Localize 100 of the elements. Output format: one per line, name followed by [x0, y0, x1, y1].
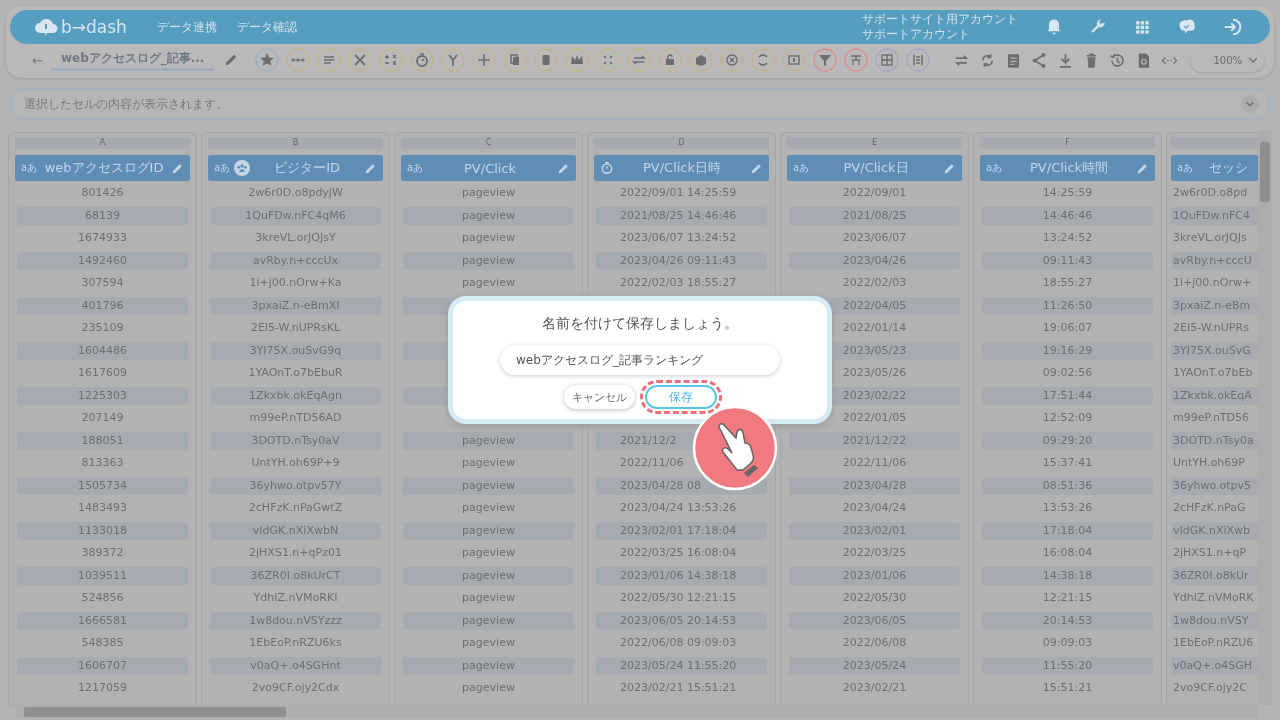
- table-cell: 2023/06/05: [789, 611, 960, 630]
- vertical-scrollbar[interactable]: [1258, 130, 1272, 705]
- column-name: PV/Click日: [842, 159, 910, 177]
- pencil-icon[interactable]: [943, 161, 956, 175]
- sign-in-icon[interactable]: [1222, 16, 1244, 38]
- table-cell-text: pageview: [461, 545, 516, 561]
- sheet-title[interactable]: webアクセスログ_記事...: [50, 49, 215, 71]
- table-cell: 1606707: [17, 656, 188, 675]
- table-cell-text: pageview: [461, 590, 516, 606]
- trash-icon[interactable]: [533, 48, 558, 72]
- table-cell: 2023/02/01: [789, 521, 960, 540]
- account-name: サポートアカウント: [862, 27, 971, 42]
- table-icon[interactable]: [874, 48, 899, 72]
- table-cell: 2023/04/28: [789, 476, 960, 495]
- column-letter[interactable]: C: [401, 137, 576, 149]
- exchange-icon[interactable]: [750, 48, 775, 72]
- filter-icon[interactable]: [812, 48, 837, 72]
- bracket-icon[interactable]: [781, 48, 806, 72]
- column-header[interactable]: aあ セッシ: [1171, 155, 1258, 181]
- column-letter[interactable]: E: [787, 137, 962, 149]
- table-cell-text: 2022/02/03: [841, 275, 908, 291]
- column-letter[interactable]: B: [208, 137, 383, 149]
- columns-icon[interactable]: [905, 48, 930, 72]
- table-cell-text: 2022/02/03 18:55:27: [619, 275, 738, 291]
- table-cell: 1w8dou.nVSY: [1171, 611, 1258, 630]
- column-header[interactable]: aあ PV/Click: [401, 155, 576, 181]
- shrink-icon[interactable]: [595, 48, 620, 72]
- table-cell-text: pageview: [461, 230, 516, 246]
- swap-icon[interactable]: [626, 48, 651, 72]
- table-cell-text: 2022/09/01: [841, 185, 908, 201]
- table-cell-text: 09:02:56: [1041, 365, 1094, 381]
- table-cell-text: 1i+j00.nOrw+: [1172, 275, 1253, 291]
- table-cell: pageview: [403, 476, 574, 495]
- type-label: aあ: [793, 162, 810, 174]
- cross-tools-icon[interactable]: [347, 48, 372, 72]
- column-header[interactable]: aあ ビジターID: [208, 155, 383, 181]
- table-cell-text: UntYH.oh69P+9: [250, 455, 341, 471]
- nav-link[interactable]: データ確認: [236, 18, 297, 36]
- column-header[interactable]: PV/Click日時: [594, 155, 769, 181]
- table-cell-text: 2022/09/01 14:25:59: [619, 185, 738, 201]
- plus-icon[interactable]: [471, 48, 496, 72]
- table-cell-text: 813363: [80, 455, 125, 471]
- table-cell-text: 207149: [80, 410, 125, 426]
- type-label: aあ: [407, 162, 424, 174]
- pencil-icon[interactable]: [364, 161, 377, 175]
- timer-icon[interactable]: [409, 48, 434, 72]
- column-letter[interactable]: F: [980, 137, 1155, 149]
- table-cell: 3pxaiZ.n-eBmXI: [210, 296, 381, 315]
- crown-icon[interactable]: [564, 48, 589, 72]
- table-cell: v0aQ+.o4SGH: [1171, 656, 1258, 675]
- column-header[interactable]: aあ PV/Click時間: [980, 155, 1155, 181]
- table-cell-text: YdhIZ.nVMoRK: [1172, 590, 1255, 606]
- name-input-field[interactable]: webアクセスログ_記事ランキング: [500, 345, 780, 375]
- table-cell-text: 2023/06/07 13:24:52: [619, 230, 738, 246]
- table-cell-text: 1217059: [77, 680, 128, 696]
- table-cell-text: 19:06:07: [1041, 320, 1094, 336]
- box-icon[interactable]: [688, 48, 713, 72]
- column-header[interactable]: aあ PV/Click日: [787, 155, 962, 181]
- chevron-down-icon: [1248, 55, 1258, 65]
- table-cell-text: 548385: [80, 635, 125, 651]
- table-cell-text: 16:08:04: [1041, 545, 1094, 561]
- list-icon[interactable]: [316, 48, 341, 72]
- column-header[interactable]: aあ webアクセスログID: [15, 155, 190, 181]
- pencil-icon[interactable]: [171, 161, 184, 175]
- nav-link[interactable]: データ連携: [156, 18, 217, 36]
- table-cell-text: 2023/02/21 15:51:21: [619, 680, 738, 696]
- table-cell-text: pageview: [461, 635, 516, 651]
- zoom-select[interactable]: 100%: [1190, 48, 1264, 72]
- table-cell: 2023/04/26: [789, 251, 960, 270]
- pencil-icon[interactable]: [557, 161, 570, 175]
- chevron-down-icon[interactable]: [1240, 94, 1260, 114]
- math-icon[interactable]: [378, 48, 403, 72]
- cancel-icon[interactable]: [719, 48, 744, 72]
- cancel-button[interactable]: キャンセル: [563, 385, 635, 409]
- table-cell-text: 2023/05/26: [841, 365, 908, 381]
- table-cell: pageview: [403, 251, 574, 270]
- table-cell-text: pageview: [461, 275, 516, 291]
- dots-icon[interactable]: [285, 48, 310, 72]
- table-cell: 17:18:04: [982, 521, 1153, 540]
- split-icon[interactable]: [843, 48, 868, 72]
- table-cell: avRby.n+cccUx: [210, 251, 381, 270]
- pencil-icon[interactable]: [750, 161, 763, 175]
- horizontal-scrollbar[interactable]: [16, 705, 1258, 718]
- table-cell: vIdGK.nXiXwbN: [210, 521, 381, 540]
- table-cell: 3DOTD.nTsy0aV: [210, 431, 381, 450]
- back-arrow[interactable]: ←: [32, 52, 43, 68]
- type-label: aあ: [1177, 162, 1194, 174]
- table-cell-text: 307594: [80, 275, 125, 291]
- table-cell: 188051: [17, 431, 188, 450]
- column-letter[interactable]: D: [594, 137, 769, 149]
- pencil-icon[interactable]: [1136, 161, 1149, 175]
- lock-icon[interactable]: [657, 48, 682, 72]
- table-cell: 1666581: [17, 611, 188, 630]
- copy-icon[interactable]: [502, 48, 527, 72]
- table-cell: pageview: [403, 566, 574, 585]
- column-name: webアクセスログID: [43, 159, 165, 177]
- table-cell-text: 12:21:15: [1041, 590, 1094, 606]
- column-letter[interactable]: A: [15, 137, 190, 149]
- branch-icon[interactable]: [440, 48, 465, 72]
- table-cell-text: 2EI5-W.nUPRsKL: [249, 320, 342, 336]
